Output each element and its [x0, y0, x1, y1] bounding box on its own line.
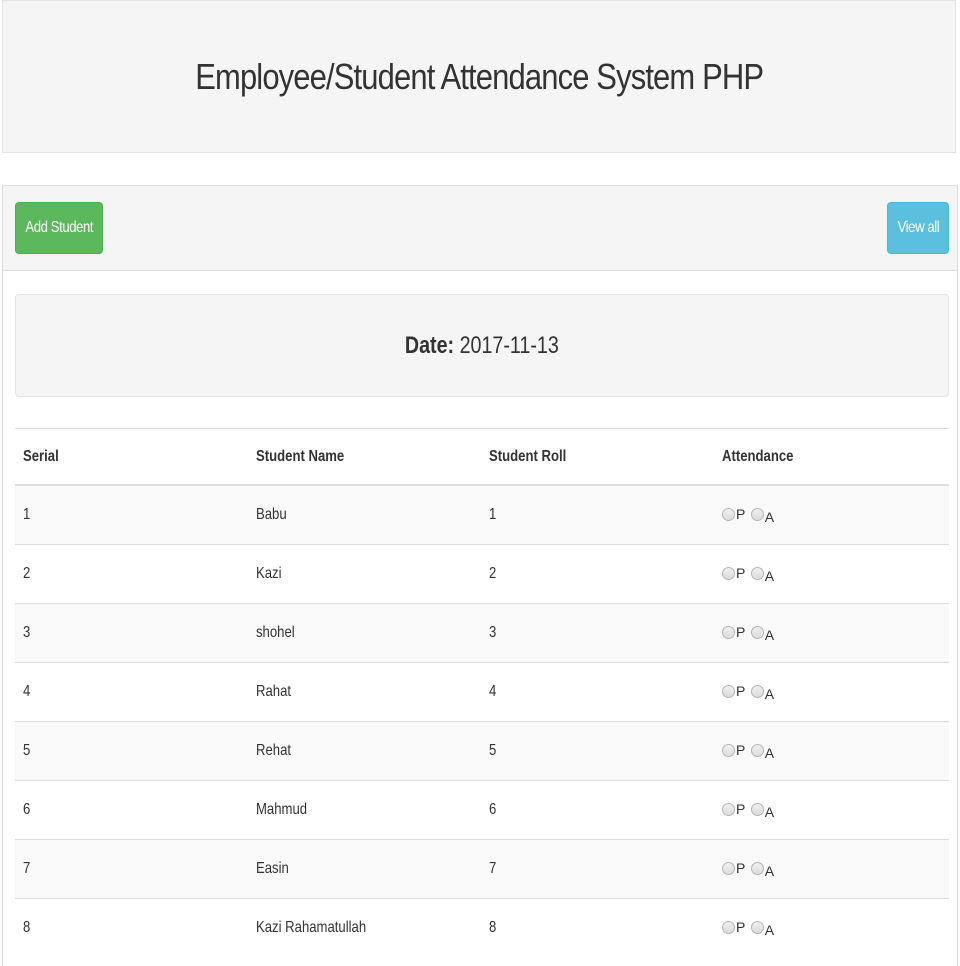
cell-student-roll: 7 [481, 839, 714, 899]
page-title: Employee/Student Attendance System PHP [195, 55, 764, 97]
cell-serial: 1 [15, 484, 248, 545]
cell-attendance: P A [714, 780, 949, 840]
present-radio[interactable] [722, 802, 735, 816]
table-row: 2 Kazi 2 P A [15, 544, 949, 604]
cell-attendance: P A [714, 662, 949, 722]
cell-student-name: Kazi [248, 544, 481, 604]
absent-radio[interactable] [750, 802, 764, 816]
cell-student-roll: 6 [481, 780, 714, 840]
cell-serial: 2 [15, 544, 248, 604]
cell-serial: 4 [15, 662, 248, 722]
cell-attendance: P A [714, 544, 949, 604]
cell-attendance: P A [714, 839, 949, 899]
column-header-attendance: Attendance [714, 428, 949, 486]
cell-attendance: P A [714, 603, 949, 663]
cell-student-roll: 2 [481, 544, 714, 604]
cell-student-name: shohel [248, 603, 481, 663]
table-row: 8 Kazi Rahamatullah 8 P A [15, 898, 949, 957]
cell-student-name: Rahat [248, 662, 481, 722]
absent-label: A [764, 508, 775, 525]
cell-student-roll: 1 [481, 484, 714, 545]
attendance-panel: Add Student View all Date: 2017-11-13 Se… [2, 185, 958, 966]
view-all-button[interactable]: View all [887, 202, 949, 254]
cell-student-name: Mahmud [248, 780, 481, 840]
absent-label: A [764, 567, 775, 584]
table-header-row: Serial Student Name Student Roll Attenda… [15, 428, 949, 486]
absent-radio[interactable] [750, 625, 764, 639]
absent-label: A [764, 744, 775, 761]
column-header-serial: Serial [15, 428, 248, 486]
absent-radio[interactable] [750, 566, 764, 580]
date-label: Date: [405, 331, 455, 359]
cell-serial: 7 [15, 839, 248, 899]
cell-serial: 6 [15, 780, 248, 840]
present-label: P [736, 683, 746, 700]
absent-radio[interactable] [750, 743, 764, 757]
table-body: 1 Babu 1 P A 2 Kazi 2 P A 3 shohel 3 P A… [15, 484, 949, 957]
cell-student-name: Rehat [248, 721, 481, 781]
present-label: P [736, 742, 746, 759]
absent-radio[interactable] [750, 861, 764, 875]
date-value: 2017-11-13 [459, 331, 559, 359]
cell-student-roll: 8 [481, 898, 714, 957]
page-header: Employee/Student Attendance System PHP [2, 0, 956, 153]
absent-radio[interactable] [750, 684, 764, 698]
cell-student-name: Babu [248, 484, 481, 545]
absent-label: A [764, 921, 775, 938]
table-row: 3 shohel 3 P A [15, 603, 949, 663]
absent-label: A [764, 626, 775, 643]
add-student-button[interactable]: Add Student [15, 202, 103, 254]
cell-serial: 8 [15, 898, 248, 957]
absent-label: A [764, 685, 775, 702]
date-display: Date: 2017-11-13 [15, 294, 949, 397]
add-student-label: Add Student [25, 219, 93, 236]
present-label: P [736, 860, 746, 877]
present-label: P [736, 624, 746, 641]
cell-serial: 5 [15, 721, 248, 781]
cell-student-roll: 4 [481, 662, 714, 722]
cell-student-roll: 3 [481, 603, 714, 663]
table-row: 4 Rahat 4 P A [15, 662, 949, 722]
present-radio[interactable] [722, 625, 735, 639]
cell-student-roll: 5 [481, 721, 714, 781]
absent-label: A [764, 862, 775, 879]
present-radio[interactable] [722, 566, 735, 580]
present-label: P [736, 919, 746, 936]
cell-attendance: P A [714, 898, 949, 957]
absent-radio[interactable] [750, 507, 764, 521]
present-label: P [736, 565, 746, 582]
present-radio[interactable] [722, 507, 735, 521]
present-radio[interactable] [722, 743, 735, 757]
present-radio[interactable] [722, 920, 735, 934]
panel-heading: Add Student View all [3, 186, 957, 271]
cell-attendance: P A [714, 484, 949, 545]
view-all-label: View all [897, 219, 939, 236]
present-label: P [736, 506, 746, 523]
cell-attendance: P A [714, 721, 949, 781]
table-row: 6 Mahmud 6 P A [15, 780, 949, 840]
column-header-student-roll: Student Roll [481, 428, 714, 486]
present-radio[interactable] [722, 684, 735, 698]
table-row: 5 Rehat 5 P A [15, 721, 949, 781]
table-row: 7 Easin 7 P A [15, 839, 949, 899]
cell-serial: 3 [15, 603, 248, 663]
cell-student-name: Kazi Rahamatullah [248, 898, 481, 957]
present-radio[interactable] [722, 861, 735, 875]
table-row: 1 Babu 1 P A [15, 484, 949, 545]
attendance-table: Serial Student Name Student Roll Attenda… [15, 428, 949, 957]
present-label: P [736, 801, 746, 818]
cell-student-name: Easin [248, 839, 481, 899]
absent-label: A [764, 803, 775, 820]
column-header-student-name: Student Name [248, 428, 481, 486]
absent-radio[interactable] [750, 920, 764, 934]
